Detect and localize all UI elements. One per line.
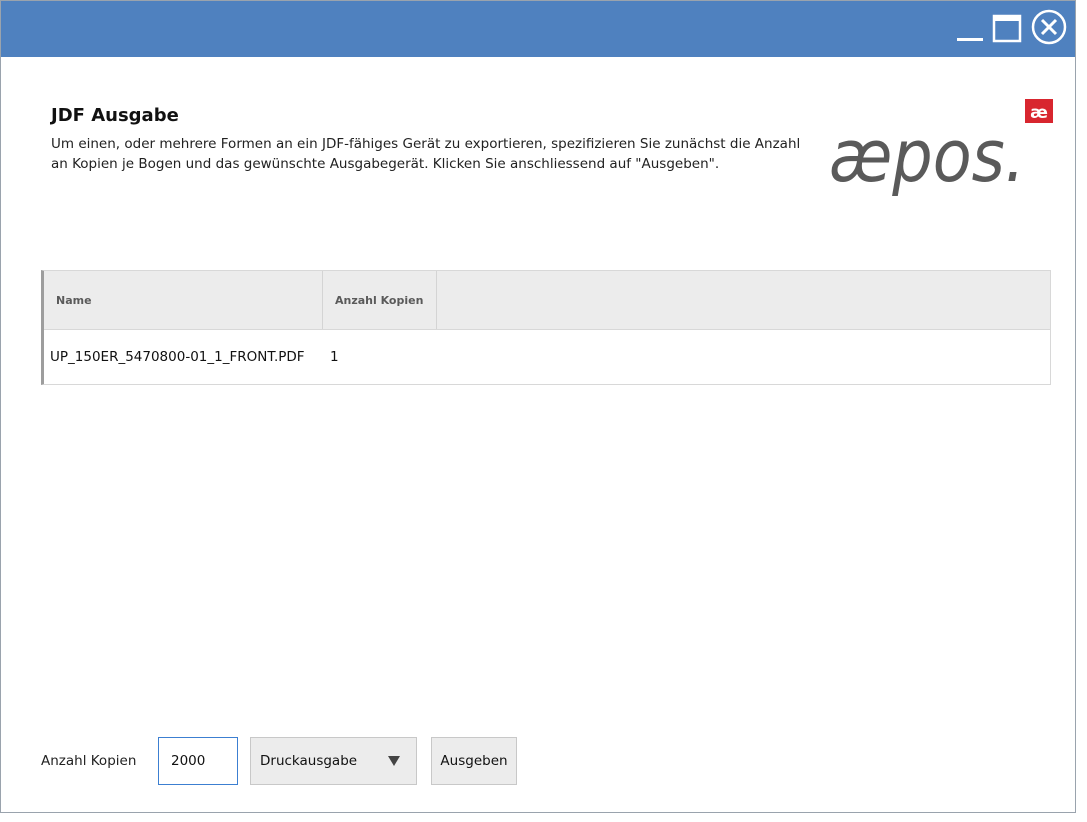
close-icon[interactable] [1029, 7, 1069, 47]
jdf-export-window: JDF Ausgabe Um einen, oder mehrere Forme… [0, 0, 1076, 813]
page-description: Um einen, oder mehrere Formen an ein JDF… [51, 136, 801, 172]
window-controls [955, 7, 1069, 47]
output-device-value: Druckausgabe [260, 753, 358, 769]
logo-text: æpos. [829, 114, 1025, 197]
table-header: Name Anzahl Kopien [44, 271, 1050, 330]
maximize-icon[interactable] [991, 7, 1023, 47]
aepos-logo: æpos. æ [829, 99, 1053, 197]
chevron-down-icon [388, 756, 400, 766]
copies-label: Anzahl Kopien [41, 753, 137, 769]
submit-button[interactable]: Ausgeben [431, 737, 517, 785]
cell-name: UP_150ER_5470800-01_1_FRONT.PDF [50, 349, 305, 365]
cell-copies: 1 [330, 349, 339, 365]
output-device-select[interactable]: Druckausgabe [250, 737, 417, 785]
title-bar [1, 1, 1075, 57]
forms-table: Name Anzahl Kopien UP_150ER_5470800-01_1… [41, 270, 1051, 385]
column-header-name[interactable]: Name [44, 271, 323, 329]
minimize-icon[interactable] [955, 7, 985, 47]
column-header-copies[interactable]: Anzahl Kopien [323, 271, 437, 329]
copies-input[interactable] [158, 737, 238, 785]
page-title: JDF Ausgabe [51, 105, 179, 126]
table-body: UP_150ER_5470800-01_1_FRONT.PDF 1 [44, 329, 1050, 385]
logo-badge-text: æ [1030, 103, 1048, 123]
table-row[interactable]: UP_150ER_5470800-01_1_FRONT.PDF 1 [44, 329, 1050, 385]
